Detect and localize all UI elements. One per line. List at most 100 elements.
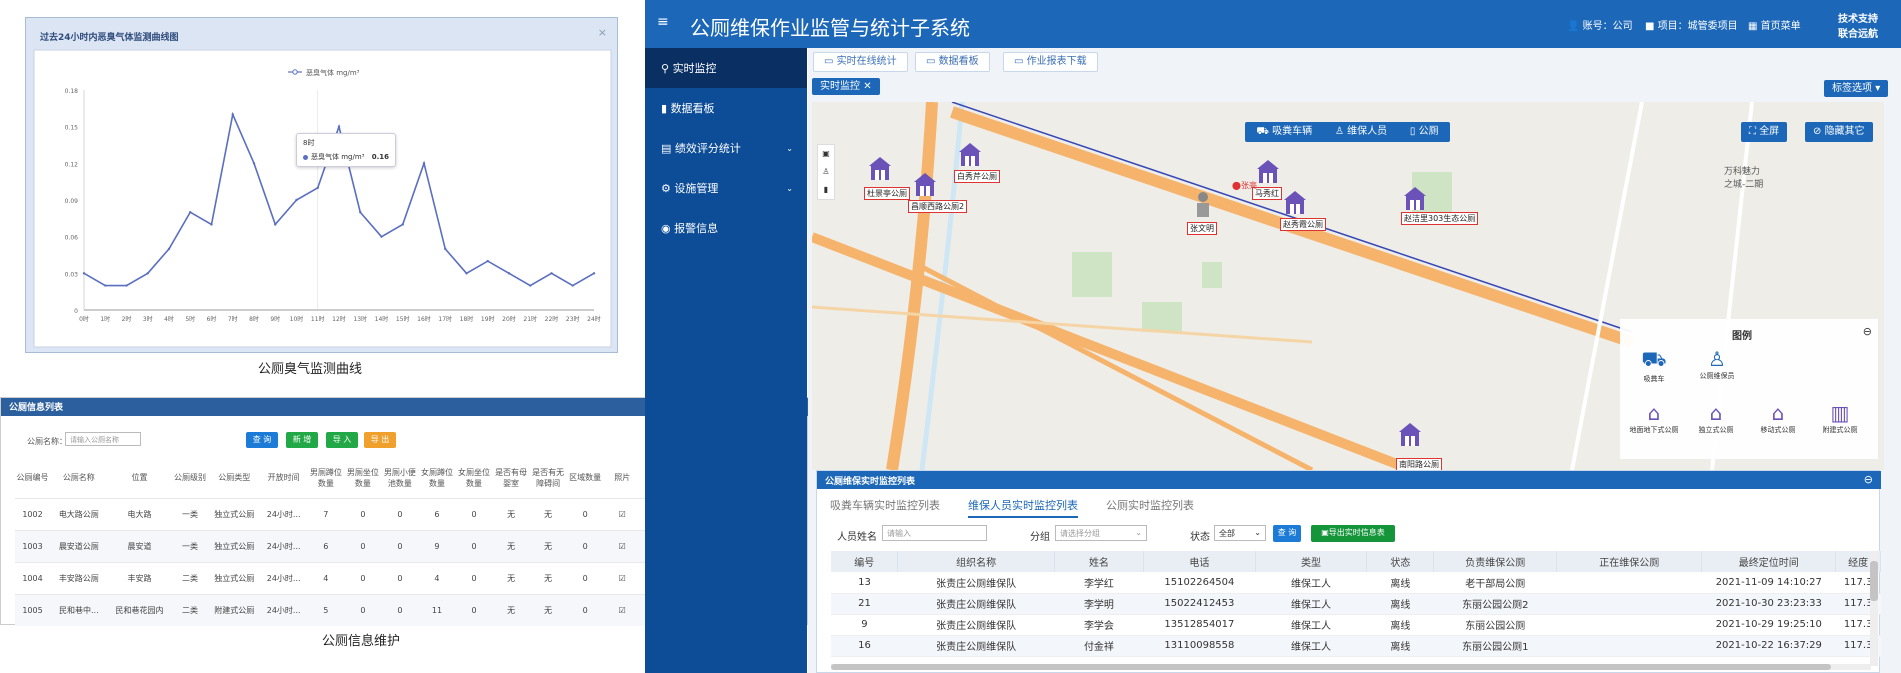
sidebar-item-alarms[interactable]: ◉ 报警信息 [645, 208, 807, 248]
table-row[interactable]: 16 张责庄公厕维保队 付金祥 13110098558 维保工人 离线 东丽公园公厕1 202… [831, 635, 1881, 657]
toilet-marker-icon[interactable] [1397, 420, 1423, 450]
breadcrumb-tab-realtime[interactable]: 实时监控 ✕ [812, 78, 880, 95]
column-header[interactable]: 组织名称 [897, 551, 1055, 572]
horizontal-scrollbar[interactable] [831, 664, 1871, 670]
name-input[interactable]: 请输入 [882, 525, 987, 541]
table-cell: 维保工人 [1255, 614, 1367, 636]
column-header: 区域数量 [566, 458, 604, 498]
bookmark-icon[interactable]: ▮ [818, 181, 834, 199]
sidebar-item-dashboard[interactable]: ▮ 数据看板 [645, 88, 807, 128]
toilet-name-input[interactable]: 请输入公厕名称 [65, 432, 141, 446]
map-poi-label[interactable]: 昌顺西路公厕2 [908, 200, 968, 213]
column-header[interactable]: 状态 [1366, 551, 1435, 572]
x-tick-label: 18时 [460, 315, 474, 323]
tab-toilet-monitor[interactable]: 公厕实时监控列表 [1106, 497, 1194, 513]
column-header[interactable]: 类型 [1255, 551, 1368, 572]
x-tick-label: 14时 [375, 315, 389, 323]
column-header: 是否有母婴室 [492, 458, 530, 498]
table-cell: 5 [307, 593, 345, 626]
map-poi-label[interactable]: ⬤张亮 [1230, 180, 1259, 191]
group-select[interactable]: 请选择分组 ⌄ [1055, 525, 1147, 541]
file-icon: ▭ [1014, 56, 1027, 67]
table-cell: 离线 [1366, 635, 1434, 657]
column-header[interactable]: 负责维保公厕 [1433, 551, 1558, 572]
column-header[interactable]: 正在维保公厕 [1556, 551, 1703, 572]
export-button[interactable]: 导 出 [364, 432, 396, 448]
underground-toilet-icon: ⌂ [1647, 401, 1661, 425]
sidebar-item-performance[interactable]: ▤ 绩效评分统计 ⌄ [645, 128, 807, 168]
map-poi-label[interactable]: 白秀芹公厕 [954, 170, 1000, 183]
map-filter-staff[interactable]: ♙ 维保人员 [1335, 122, 1387, 142]
column-header[interactable]: 最终定位时间 [1701, 551, 1837, 572]
scrollbar-thumb[interactable] [831, 664, 1831, 670]
sidebar-item-realtime[interactable]: ⚲ 实时监控 [645, 48, 807, 88]
toilet-marker-icon[interactable] [957, 140, 983, 170]
scrollbar-thumb[interactable] [1870, 561, 1878, 601]
table-row[interactable]: 21 张责庄公厕维保队 李学明 15022412453 维保工人 离线 东丽公园公厕2 202… [831, 593, 1881, 615]
person-icon[interactable]: ♙ [818, 163, 834, 181]
tab-data-board[interactable]: ▭ 数据看板 [915, 52, 990, 72]
map-filter-toilets[interactable]: ▯ 公厕 [1410, 122, 1439, 142]
x-tick-label: 5时 [185, 315, 195, 323]
map-filter-vehicles[interactable]: ⛟ 吸粪车辆 [1256, 122, 1312, 142]
toilet-marker-icon[interactable] [867, 154, 893, 184]
column-header[interactable]: 电话 [1143, 551, 1256, 572]
table-cell: 9 [831, 614, 898, 636]
column-header[interactable]: 编号 [831, 551, 899, 572]
sidebar-item-facilities[interactable]: ⚙ 设施管理 ⌄ [645, 168, 807, 208]
table-cell: 0 [344, 593, 382, 626]
map-toolbox[interactable]: ▣ ♙ ▮ [817, 144, 835, 200]
toilet-marker-icon[interactable] [912, 170, 938, 200]
map-poi-label[interactable]: 张文明 [1187, 222, 1217, 235]
table-cell: 13512854017 [1143, 614, 1256, 636]
close-icon[interactable]: × [598, 26, 607, 39]
query-button[interactable]: 查 询 [246, 432, 278, 448]
scrollbar[interactable] [1870, 551, 1878, 666]
table-row[interactable]: 9 张责庄公厕维保队 李学会 13512854017 维保工人 离线 东丽公园公厕 2021-… [831, 614, 1881, 636]
map-poi-label[interactable]: 赵秀霞公厕 [1280, 218, 1326, 231]
tab-report-download[interactable]: ▭ 作业报表下载 [1003, 52, 1098, 72]
vehicle-icon[interactable]: ▣ [818, 145, 834, 163]
menu-toggle-icon[interactable]: ≡ [657, 14, 669, 30]
search-label: 公厕名称： [27, 437, 67, 446]
table-cell: 24小时... [259, 497, 308, 530]
legend-title: 图例 [1732, 331, 1752, 342]
table-row[interactable]: 13 张责庄公厕维保队 李学红 15102264504 维保工人 离线 老干部局公厕 2021… [831, 572, 1881, 594]
column-header: 位置 [107, 458, 172, 498]
column-header[interactable]: 姓名 [1054, 551, 1145, 572]
table-cell: 2021-11-09 14:10:27 [1701, 572, 1836, 594]
data-point [359, 211, 362, 214]
add-button[interactable]: 新 增 [286, 432, 318, 448]
pin-icon: ◉ [661, 221, 675, 235]
data-point [295, 198, 298, 202]
maintenance-worker-icon[interactable] [1190, 190, 1216, 220]
project-info[interactable]: ■ 项目：城管委项目 [1645, 17, 1738, 32]
truck-icon: ⛟ [1641, 347, 1667, 371]
export-realtime-button[interactable]: ▣导出实时信息表 [1311, 525, 1395, 542]
table-cell: 6 [418, 497, 456, 530]
account-info[interactable]: 👤 账号：公司 [1567, 17, 1633, 32]
status-select[interactable]: 全部 ⌄ [1214, 525, 1266, 541]
table-cell: 1002 [15, 497, 50, 530]
home-menu[interactable]: ▦ 首页菜单 [1748, 17, 1801, 32]
import-button[interactable]: 导 入 [326, 432, 358, 448]
map-poi-label[interactable]: 南阳路公厕 [1396, 458, 1442, 470]
column-header: 男厕坐位数量 [344, 458, 382, 498]
table-cell: 独立式公厕 [208, 561, 260, 594]
map-poi-label[interactable]: 杜景亭公厕 [864, 187, 910, 200]
tab-vehicle-monitor[interactable]: 吸粪车辆实时监控列表 [830, 497, 940, 513]
toilet-marker-icon[interactable] [1282, 188, 1308, 218]
collapse-icon[interactable]: ⊖ [1863, 325, 1872, 338]
fullscreen-button[interactable]: ⛶ 全屏 [1741, 122, 1788, 142]
collapse-icon[interactable]: ⊖ [1864, 473, 1873, 486]
data-point [125, 284, 128, 287]
table-cell: 电大路公厕 [50, 497, 108, 530]
query-button[interactable]: 查 询 [1273, 525, 1301, 542]
tab-online-stats[interactable]: ▭ 实时在线统计 [813, 52, 908, 72]
tab-staff-monitor[interactable]: 维保人员实时监控列表 [968, 497, 1078, 518]
map-poi-label[interactable]: 赵洁里303生态公厕 [1401, 212, 1479, 225]
filter-options-button[interactable]: 标签选项 ▾ [1824, 80, 1889, 97]
close-icon[interactable]: ✕ [863, 81, 871, 92]
hide-others-button[interactable]: ⊘ 隐藏其它 [1805, 122, 1873, 142]
toilet-marker-icon[interactable] [1402, 184, 1428, 214]
